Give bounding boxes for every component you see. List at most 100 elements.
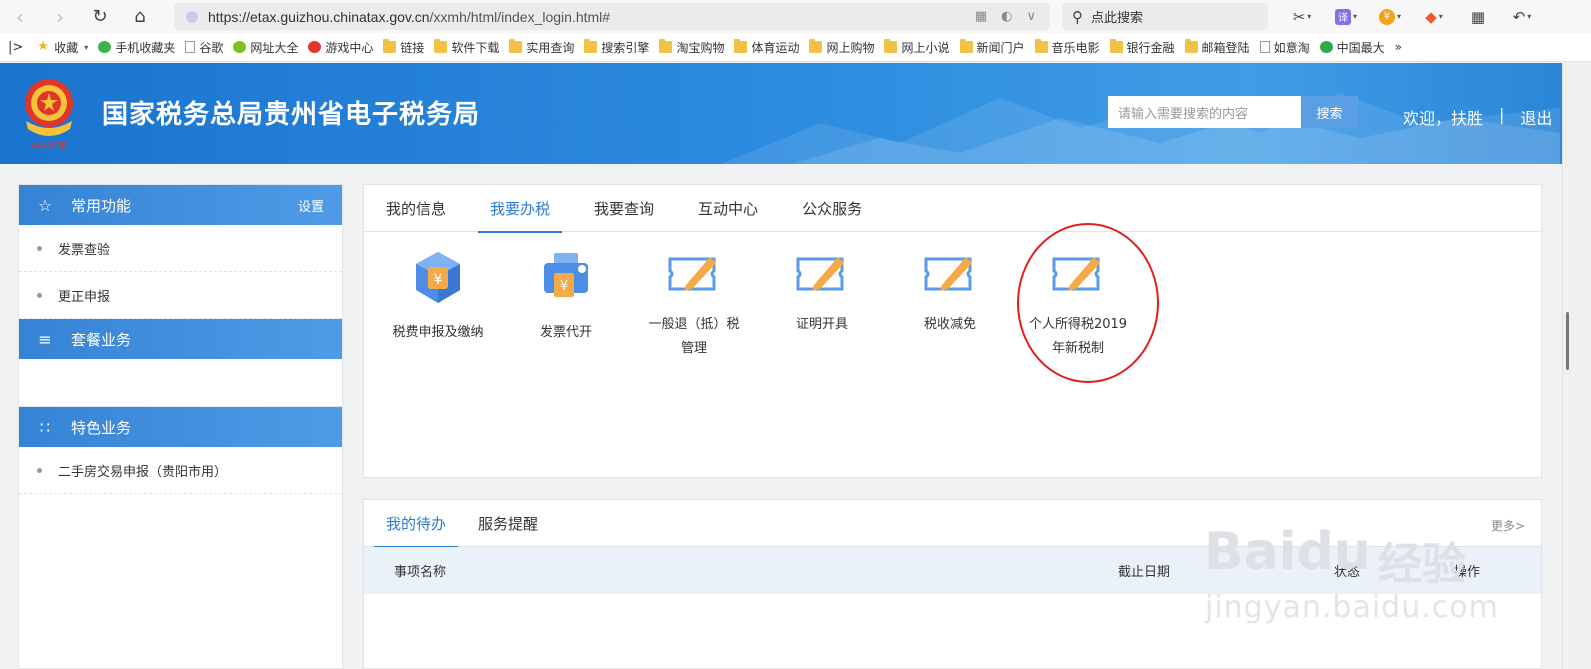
star-icon: ★: [37, 39, 49, 54]
bookmark-item[interactable]: 淘宝购物: [659, 39, 724, 56]
sidebar-section-title: 套餐业务: [71, 330, 132, 349]
compat-icon[interactable]: ◐: [1001, 9, 1012, 24]
bookmark-item[interactable]: 银行金融: [1109, 39, 1175, 56]
folder-icon: [584, 39, 598, 53]
bookmark-item[interactable]: 网上购物: [809, 39, 874, 56]
bookmark-item[interactable]: 游戏中心: [308, 39, 373, 56]
service-certificate[interactable]: 证明开具: [762, 249, 882, 337]
bookmark-item[interactable]: 软件下载: [434, 39, 499, 56]
game-icon: [308, 41, 322, 53]
bullet-icon: [37, 292, 42, 298]
chevron-down-icon[interactable]: ▾: [84, 43, 88, 52]
bookmark-item[interactable]: 手机收藏夹: [98, 39, 175, 56]
sidebar-item-second-hand-house[interactable]: 二手房交易申报（贵阳市用）: [19, 447, 342, 494]
reload-icon[interactable]: ↻: [80, 0, 120, 33]
site-search-input[interactable]: 请输入需要搜索的内容: [1108, 96, 1301, 128]
sidebar-item-invoice-check[interactable]: 发票查验: [19, 225, 342, 272]
tab-service-reminder[interactable]: 服务提醒: [466, 500, 550, 547]
more-link[interactable]: 更多>: [1491, 517, 1525, 534]
bookmark-item[interactable]: 音乐电影: [1034, 39, 1100, 56]
bookmark-item[interactable]: 中国最大: [1319, 39, 1385, 56]
sidebar-item-correction[interactable]: 更正申报: [19, 272, 342, 319]
watermark-url: jingyan.baidu.com: [1205, 590, 1499, 625]
tab-my-todo[interactable]: 我的待办: [374, 500, 459, 548]
tab-my-info[interactable]: 我的信息: [374, 185, 458, 232]
edit-ticket-icon: [924, 257, 972, 291]
site-search-button[interactable]: 搜索: [1301, 96, 1358, 128]
bookmark-item[interactable]: 体育运动: [734, 39, 799, 56]
service-tax-relief[interactable]: 税收减免: [890, 249, 1010, 337]
browser-search[interactable]: ⚲ 点此搜索: [1062, 3, 1268, 30]
translate-icon[interactable]: 译 ▾: [1330, 8, 1362, 25]
page-icon: [185, 41, 196, 53]
folder-icon: [434, 39, 448, 53]
bookmark-item[interactable]: 网址大全: [233, 39, 298, 56]
bookmark-item[interactable]: 链接: [383, 39, 424, 56]
bookmarks-more[interactable]: »: [1395, 40, 1402, 54]
folder-icon: [734, 39, 748, 53]
service-tax-declaration[interactable]: ¥ 税费申报及缴纳: [378, 249, 498, 345]
chevron-down-icon[interactable]: ∨: [1026, 9, 1036, 24]
tab-interaction[interactable]: 互动中心: [686, 185, 770, 232]
service-invoice-issue[interactable]: ¥ 发票代开: [506, 249, 626, 345]
bookmark-item[interactable]: 邮箱登陆: [1184, 39, 1250, 56]
bookmark-item[interactable]: 搜索引擎: [584, 39, 649, 56]
te-icon: [1319, 41, 1333, 53]
bookmark-item[interactable]: 新闻门户: [959, 39, 1025, 56]
apps-grid-icon[interactable]: ▦: [1462, 8, 1494, 26]
address-bar[interactable]: https://etax.guizhou.chinatax.gov.cn/xxm…: [174, 3, 1050, 30]
sidebar-section-common[interactable]: ☆ 常用功能 设置: [19, 185, 342, 225]
back-icon[interactable]: ‹: [0, 0, 40, 33]
site-security-icon: [186, 10, 198, 23]
bookmark-item[interactable]: 网上小说: [884, 39, 950, 56]
logout-link[interactable]: 退出: [1520, 105, 1552, 129]
bullet-icon: [37, 245, 42, 251]
scissors-icon[interactable]: ✂ ▾: [1286, 8, 1318, 26]
qr-icon[interactable]: ▦: [975, 9, 987, 24]
service-label-line2: 管理: [680, 341, 707, 356]
page-icon: [1259, 41, 1270, 53]
printer-yuan-icon: ¥: [544, 253, 588, 297]
sidebar-section-package[interactable]: ≡ 套餐业务: [19, 319, 342, 359]
scrollbar-thumb[interactable]: [1566, 312, 1569, 370]
service-label: 证明开具: [795, 317, 848, 332]
bookmark-item[interactable]: 实用查询: [509, 39, 574, 56]
bullet-icon: [37, 467, 42, 473]
sidebar-toggle-icon[interactable]: |>: [8, 40, 23, 55]
tab-query[interactable]: 我要查询: [582, 185, 666, 232]
tab-tax-handling[interactable]: 我要办税: [478, 185, 563, 233]
bookmark-item[interactable]: ★ 收藏 ▾: [37, 39, 88, 56]
service-refund[interactable]: 一般退（抵）税 管理: [634, 249, 754, 361]
grid-icon: ∷: [39, 417, 51, 437]
forward-icon[interactable]: ›: [40, 0, 80, 33]
user-area: 欢迎，扶胜 | 退出: [1403, 105, 1552, 129]
folder-icon: [809, 39, 823, 53]
gamepad-icon[interactable]: ◆ ▾: [1418, 8, 1450, 26]
tab-public-service[interactable]: 公众服务: [790, 185, 874, 232]
folder-icon: [1034, 39, 1048, 53]
undo-icon[interactable]: ↶ ▾: [1506, 8, 1538, 26]
divider: |: [1499, 105, 1505, 124]
bookmark-item[interactable]: 谷歌: [185, 39, 223, 56]
star-icon: ☆: [37, 195, 53, 215]
bookmark-item[interactable]: 如意淘: [1259, 39, 1310, 56]
folder-icon: [383, 39, 397, 53]
settings-link[interactable]: 设置: [298, 196, 324, 215]
svg-text:中国税务: 中国税务: [31, 140, 67, 152]
sidebar: ☆ 常用功能 设置 发票查验 更正申报 ≡ 套餐业务 ∷ 特色业务 二手房交易申…: [18, 184, 343, 669]
welcome-text: 欢迎，扶胜: [1403, 109, 1484, 128]
sidebar-empty: [19, 359, 342, 407]
money-icon[interactable]: ¥ ▾: [1374, 8, 1406, 25]
red-circle-annotation: [1017, 223, 1159, 383]
svg-text:¥: ¥: [434, 272, 443, 288]
home-icon[interactable]: ⌂: [120, 0, 160, 33]
service-label: 税收减免: [923, 317, 976, 332]
folder-icon: [659, 39, 673, 53]
service-label: 发票代开: [539, 325, 592, 340]
browser-search-text: 点此搜索: [1091, 11, 1144, 26]
sidebar-section-special[interactable]: ∷ 特色业务: [19, 407, 342, 447]
folder-icon: [1109, 39, 1123, 53]
edit-ticket-icon: [668, 257, 716, 291]
edit-ticket-icon: [796, 257, 844, 291]
folder-icon: [884, 39, 898, 53]
